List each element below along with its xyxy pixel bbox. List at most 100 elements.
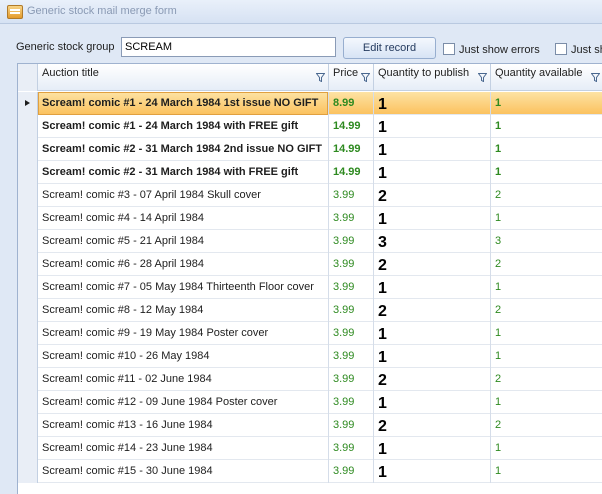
cell-price[interactable]: 8.99 bbox=[329, 92, 374, 115]
stock-group-input[interactable] bbox=[121, 37, 336, 57]
row-indicator[interactable] bbox=[18, 92, 38, 115]
cell-quantity-available[interactable]: 1 bbox=[491, 345, 602, 368]
second-filter-checkbox[interactable]: Just sh bbox=[555, 43, 602, 59]
row-indicator[interactable] bbox=[18, 391, 38, 414]
row-indicator[interactable] bbox=[18, 322, 38, 345]
table-row[interactable]: Scream! comic #2 - 31 March 1984 with FR… bbox=[18, 161, 602, 184]
table-row[interactable]: Scream! comic #7 - 05 May 1984 Thirteent… bbox=[18, 276, 602, 299]
row-indicator[interactable] bbox=[18, 460, 38, 483]
row-indicator[interactable] bbox=[18, 253, 38, 276]
cell-quantity-to-publish[interactable]: 1 bbox=[374, 115, 491, 138]
cell-quantity-to-publish[interactable]: 1 bbox=[374, 276, 491, 299]
cell-auction-title[interactable]: Scream! comic #6 - 28 April 1984 bbox=[38, 253, 329, 276]
filter-icon[interactable] bbox=[591, 73, 600, 82]
cell-quantity-available[interactable]: 2 bbox=[491, 299, 602, 322]
cell-auction-title[interactable]: Scream! comic #5 - 21 April 1984 bbox=[38, 230, 329, 253]
row-indicator[interactable] bbox=[18, 138, 38, 161]
cell-price[interactable]: 3.99 bbox=[329, 437, 374, 460]
table-row[interactable]: Scream! comic #6 - 28 April 1984 3.99 2 2 bbox=[18, 253, 602, 276]
cell-price[interactable]: 14.99 bbox=[329, 115, 374, 138]
cell-auction-title[interactable]: Scream! comic #7 - 05 May 1984 Thirteent… bbox=[38, 276, 329, 299]
cell-auction-title[interactable]: Scream! comic #2 - 31 March 1984 2nd iss… bbox=[38, 138, 329, 161]
cell-quantity-available[interactable]: 1 bbox=[491, 161, 602, 184]
cell-price[interactable]: 3.99 bbox=[329, 230, 374, 253]
cell-quantity-to-publish[interactable]: 2 bbox=[374, 299, 491, 322]
cell-quantity-available[interactable]: 3 bbox=[491, 230, 602, 253]
cell-quantity-to-publish[interactable]: 1 bbox=[374, 437, 491, 460]
cell-quantity-available[interactable]: 1 bbox=[491, 391, 602, 414]
column-header-price[interactable]: Price bbox=[329, 64, 374, 91]
cell-quantity-to-publish[interactable]: 1 bbox=[374, 161, 491, 184]
cell-quantity-available[interactable]: 2 bbox=[491, 414, 602, 437]
cell-price[interactable]: 3.99 bbox=[329, 299, 374, 322]
cell-quantity-available[interactable]: 1 bbox=[491, 460, 602, 483]
checkbox-box[interactable] bbox=[443, 43, 455, 55]
row-indicator[interactable] bbox=[18, 184, 38, 207]
cell-quantity-available[interactable]: 1 bbox=[491, 138, 602, 161]
auction-grid[interactable]: Auction title Price Quantity to publish … bbox=[17, 63, 602, 494]
cell-quantity-available[interactable]: 1 bbox=[491, 322, 602, 345]
cell-auction-title[interactable]: Scream! comic #11 - 02 June 1984 bbox=[38, 368, 329, 391]
cell-auction-title[interactable]: Scream! comic #14 - 23 June 1984 bbox=[38, 437, 329, 460]
table-row[interactable]: Scream! comic #14 - 23 June 1984 3.99 1 1 bbox=[18, 437, 602, 460]
cell-price[interactable]: 3.99 bbox=[329, 460, 374, 483]
cell-quantity-to-publish[interactable]: 2 bbox=[374, 414, 491, 437]
filter-icon[interactable] bbox=[478, 73, 487, 82]
table-row[interactable]: Scream! comic #8 - 12 May 1984 3.99 2 2 bbox=[18, 299, 602, 322]
cell-quantity-to-publish[interactable]: 1 bbox=[374, 345, 491, 368]
cell-price[interactable]: 3.99 bbox=[329, 253, 374, 276]
edit-record-button[interactable]: Edit record bbox=[343, 37, 436, 59]
cell-price[interactable]: 3.99 bbox=[329, 322, 374, 345]
cell-quantity-to-publish[interactable]: 1 bbox=[374, 207, 491, 230]
cell-auction-title[interactable]: Scream! comic #4 - 14 April 1984 bbox=[38, 207, 329, 230]
cell-auction-title[interactable]: Scream! comic #1 - 24 March 1984 1st iss… bbox=[38, 92, 329, 115]
cell-quantity-to-publish[interactable]: 2 bbox=[374, 253, 491, 276]
row-indicator[interactable] bbox=[18, 276, 38, 299]
cell-quantity-to-publish[interactable]: 1 bbox=[374, 322, 491, 345]
table-row[interactable]: Scream! comic #10 - 26 May 1984 3.99 1 1 bbox=[18, 345, 602, 368]
row-indicator[interactable] bbox=[18, 230, 38, 253]
cell-auction-title[interactable]: Scream! comic #12 - 09 June 1984 Poster … bbox=[38, 391, 329, 414]
row-indicator[interactable] bbox=[18, 368, 38, 391]
cell-auction-title[interactable]: Scream! comic #10 - 26 May 1984 bbox=[38, 345, 329, 368]
cell-quantity-available[interactable]: 2 bbox=[491, 368, 602, 391]
row-indicator[interactable] bbox=[18, 115, 38, 138]
table-row[interactable]: Scream! comic #9 - 19 May 1984 Poster co… bbox=[18, 322, 602, 345]
row-indicator[interactable] bbox=[18, 345, 38, 368]
row-indicator[interactable] bbox=[18, 207, 38, 230]
cell-price[interactable]: 3.99 bbox=[329, 207, 374, 230]
checkbox-box[interactable] bbox=[555, 43, 567, 55]
table-row[interactable]: Scream! comic #1 - 24 March 1984 with FR… bbox=[18, 115, 602, 138]
table-row[interactable]: Scream! comic #12 - 09 June 1984 Poster … bbox=[18, 391, 602, 414]
cell-quantity-to-publish[interactable]: 1 bbox=[374, 391, 491, 414]
row-indicator[interactable] bbox=[18, 299, 38, 322]
column-header-quantity-available[interactable]: Quantity available bbox=[491, 64, 602, 91]
row-indicator[interactable] bbox=[18, 437, 38, 460]
table-row[interactable]: Scream! comic #5 - 21 April 1984 3.99 3 3 bbox=[18, 230, 602, 253]
cell-price[interactable]: 14.99 bbox=[329, 161, 374, 184]
cell-quantity-available[interactable]: 2 bbox=[491, 253, 602, 276]
cell-price[interactable]: 14.99 bbox=[329, 138, 374, 161]
cell-quantity-to-publish[interactable]: 1 bbox=[374, 460, 491, 483]
table-row[interactable]: Scream! comic #13 - 16 June 1984 3.99 2 2 bbox=[18, 414, 602, 437]
cell-quantity-available[interactable]: 1 bbox=[491, 276, 602, 299]
table-row[interactable]: Scream! comic #15 - 30 June 1984 3.99 1 1 bbox=[18, 460, 602, 483]
cell-price[interactable]: 3.99 bbox=[329, 184, 374, 207]
table-row[interactable]: Scream! comic #3 - 07 April 1984 Skull c… bbox=[18, 184, 602, 207]
table-row[interactable]: Scream! comic #2 - 31 March 1984 2nd iss… bbox=[18, 138, 602, 161]
filter-icon[interactable] bbox=[361, 73, 370, 82]
cell-auction-title[interactable]: Scream! comic #2 - 31 March 1984 with FR… bbox=[38, 161, 329, 184]
cell-quantity-available[interactable]: 1 bbox=[491, 92, 602, 115]
cell-auction-title[interactable]: Scream! comic #15 - 30 June 1984 bbox=[38, 460, 329, 483]
column-header-quantity-to-publish[interactable]: Quantity to publish bbox=[374, 64, 491, 91]
cell-price[interactable]: 3.99 bbox=[329, 391, 374, 414]
table-row[interactable]: Scream! comic #11 - 02 June 1984 3.99 2 2 bbox=[18, 368, 602, 391]
cell-price[interactable]: 3.99 bbox=[329, 414, 374, 437]
row-indicator[interactable] bbox=[18, 161, 38, 184]
row-indicator[interactable] bbox=[18, 414, 38, 437]
column-header-auction-title[interactable]: Auction title bbox=[38, 64, 329, 91]
cell-price[interactable]: 3.99 bbox=[329, 368, 374, 391]
cell-quantity-available[interactable]: 1 bbox=[491, 437, 602, 460]
cell-quantity-available[interactable]: 2 bbox=[491, 184, 602, 207]
table-row[interactable]: Scream! comic #1 - 24 March 1984 1st iss… bbox=[18, 92, 602, 115]
